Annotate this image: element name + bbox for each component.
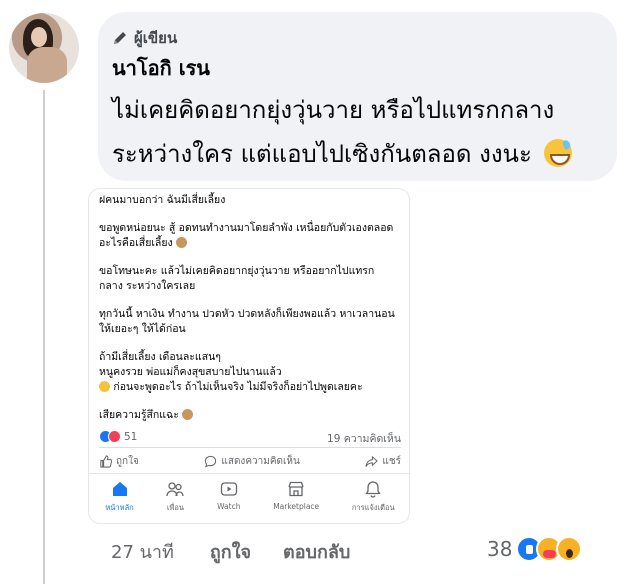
comment-meta: 27 นาที ถูกใจ ตอบกลับ [111,536,350,566]
avatar-face [31,27,47,47]
post-line: ขอพูดหน่อยนะ สู้ อดทนทำงานมาโดยลำพัง เหน… [99,222,394,249]
post-stats: 51 19 ความคิดเห็น [99,429,401,445]
post-line: ถ้ามีเสี่ยเลี้ยง เดือนละแสนๆ [99,351,221,363]
comment-timestamp[interactable]: 27 นาที [111,537,174,566]
post-divider [99,447,401,448]
sad-emoji-icon [99,381,110,392]
tab-watch-label: Watch [217,502,241,511]
comment-reactions[interactable]: 38 [487,534,583,564]
bottom-tab-bar: หน้าหลัก เพื่อน Watch Marketplace การแจ้… [89,473,409,523]
tab-marketplace-label: Marketplace [273,502,320,511]
tab-friends-label: เพื่อน [166,503,184,512]
post-like-label: ถูกใจ [116,455,139,467]
avatar-body [27,47,67,83]
post-reactions[interactable]: 51 [99,430,137,443]
commenter-avatar[interactable] [9,13,79,83]
home-icon [112,482,127,496]
thread-line [43,90,45,584]
grinning-sweat-emoji-icon [543,139,572,167]
watch-icon [220,482,237,496]
tab-notifications[interactable]: การแจ้งเตือน [351,474,395,523]
friends-icon [166,482,185,497]
post-share-label: แชร์ [382,455,401,467]
tab-home-label: หน้าหลัก [105,503,134,512]
tab-notifications-label: การแจ้งเตือน [351,503,395,512]
post-reaction-count: 51 [124,430,138,443]
bell-icon [365,481,381,498]
post-line: หนูคงรวย พ่อแม่ก็คงสุขสบายไปนานแล้ว [99,366,282,378]
post-like-button[interactable]: ถูกใจ [99,451,139,471]
post-comment-button[interactable]: แสดงความคิดเห็น [204,451,300,471]
comment-reaction-count: 38 [487,537,513,561]
post-line: ขอโทษนะคะ แล้วไม่เคยคิดอยากยุ่งวุ่นวาย ห… [99,265,375,292]
tab-watch[interactable]: Watch [217,474,241,523]
marketplace-icon [288,481,304,497]
post-comment-count[interactable]: 19 ความคิดเห็น [327,430,401,447]
post-line: เสียความรู้สึกแฉะ [99,409,179,421]
post-share-button[interactable]: แชร์ [365,451,401,471]
share-icon [365,455,379,467]
comment-like-button[interactable]: ถูกใจ [210,537,251,566]
post-line: ฝคนมาบอกว่า ฉันมีเสี่ยเลี้ยง [99,194,226,206]
author-badge: ผู้เขียน [112,26,177,50]
love-reaction-icon [108,430,121,443]
comment-reply-button[interactable]: ตอบกลับ [283,537,350,566]
post-line: ก่อนจะพูดอะไร ถ้าไม่เห็นจริง ไม่มีจริงก็… [113,381,363,393]
tab-home[interactable]: หน้าหลัก [105,474,134,523]
author-badge-label: ผู้เขียน [134,29,178,47]
comment-bubble: ผู้เขียน นาโอกิ เรน ไม่เคยคิดอยากยุ่งวุ่… [98,12,617,181]
comment-body: ไม่เคยคิดอยากยุ่งวุ่นวาย หรือไปแทรกกลาง … [112,96,555,168]
thumbs-up-icon [100,454,112,468]
monkey-emoji-icon [182,409,194,420]
monkey-emoji-icon [176,237,187,248]
comment-text: ไม่เคยคิดอยากยุ่งวุ่นวาย หรือไปแทรกกลาง … [112,88,612,176]
post-actions: ถูกใจ แสดงความคิดเห็น แชร์ [99,451,401,471]
wow-reaction-icon [556,536,583,562]
pen-icon [114,32,126,44]
post-comment-label: แสดงความคิดเห็น [221,455,300,467]
post-line: ทุกวันนี้ หาเงิน ทำงาน ปวดหัว ปวดหลังก็เ… [99,308,395,335]
tab-friends[interactable]: เพื่อน [166,474,185,523]
attached-screenshot[interactable]: ฝคนมาบอกว่า ฉันมีเสี่ยเลี้ยง ขอพูดหน่อยน… [88,188,410,524]
comment-icon [205,455,217,468]
shared-post-text: ฝคนมาบอกว่า ฉันมีเสี่ยเลี้ยง ขอพูดหน่อยน… [99,193,401,436]
tab-marketplace[interactable]: Marketplace [273,474,320,523]
author-name[interactable]: นาโอกิ เรน [112,52,210,84]
